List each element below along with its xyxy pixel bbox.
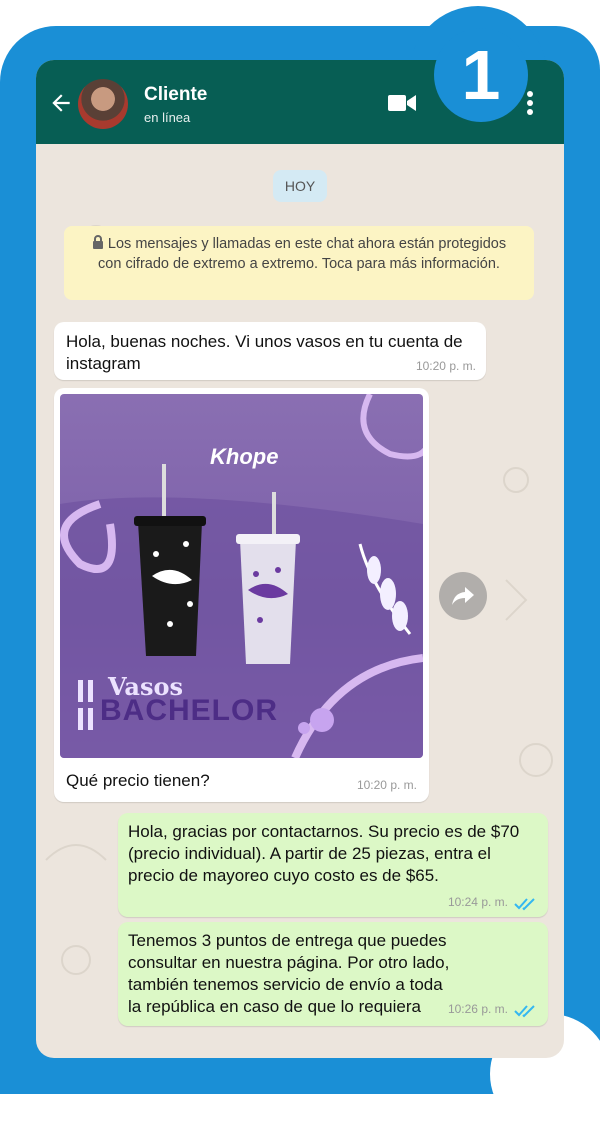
double-check-icon (514, 1005, 535, 1018)
message-incoming-image[interactable]: Khope Vasos BACHELOR Qué precio tienen? … (54, 388, 429, 802)
message-time: 10:24 p. m. (447, 895, 508, 909)
encryption-notice-text: Los mensajes y llamadas en este chat aho… (98, 236, 507, 272)
product-headline-line2: BACHELOR (100, 694, 278, 727)
message-time: 10:20 p. m. (415, 359, 476, 373)
double-check-icon (514, 898, 535, 911)
contact-name[interactable]: Cliente (144, 84, 207, 106)
message-time: 10:20 p. m. (356, 778, 417, 792)
encryption-notice[interactable]: Los mensajes y llamadas en este chat aho… (64, 226, 534, 300)
product-image[interactable]: Khope Vasos BACHELOR (60, 394, 423, 758)
contact-status: en línea (144, 110, 191, 125)
more-vert-icon[interactable] (525, 90, 535, 116)
step-number-badge: 1 (434, 28, 528, 122)
message-outgoing-1[interactable]: Hola, gracias por contactarnos. Su preci… (118, 813, 548, 917)
forward-button[interactable] (439, 572, 487, 620)
chat-screen: Cliente en línea HOY Los mensajes y llam… (36, 60, 564, 1058)
message-text: Hola, buenas noches. Vi unos vasos en tu… (66, 332, 463, 373)
message-text: Tenemos 3 puntos de entrega que puedes c… (128, 931, 450, 1016)
brand-logo: Khope (210, 444, 279, 469)
message-outgoing-2[interactable]: Tenemos 3 puntos de entrega que puedes c… (118, 922, 548, 1026)
message-incoming-1[interactable]: Hola, buenas noches. Vi unos vasos en tu… (54, 322, 486, 380)
message-text: Hola, gracias por contactarnos. Su preci… (128, 822, 520, 885)
back-arrow-icon[interactable] (48, 90, 74, 116)
date-chip: HOY (273, 170, 327, 202)
message-time: 10:26 p. m. (447, 1002, 508, 1016)
lock-icon (92, 235, 103, 249)
avatar[interactable] (78, 79, 128, 129)
message-caption: Qué precio tienen? (66, 771, 210, 790)
video-call-icon[interactable] (388, 93, 416, 113)
forward-icon (452, 587, 474, 605)
